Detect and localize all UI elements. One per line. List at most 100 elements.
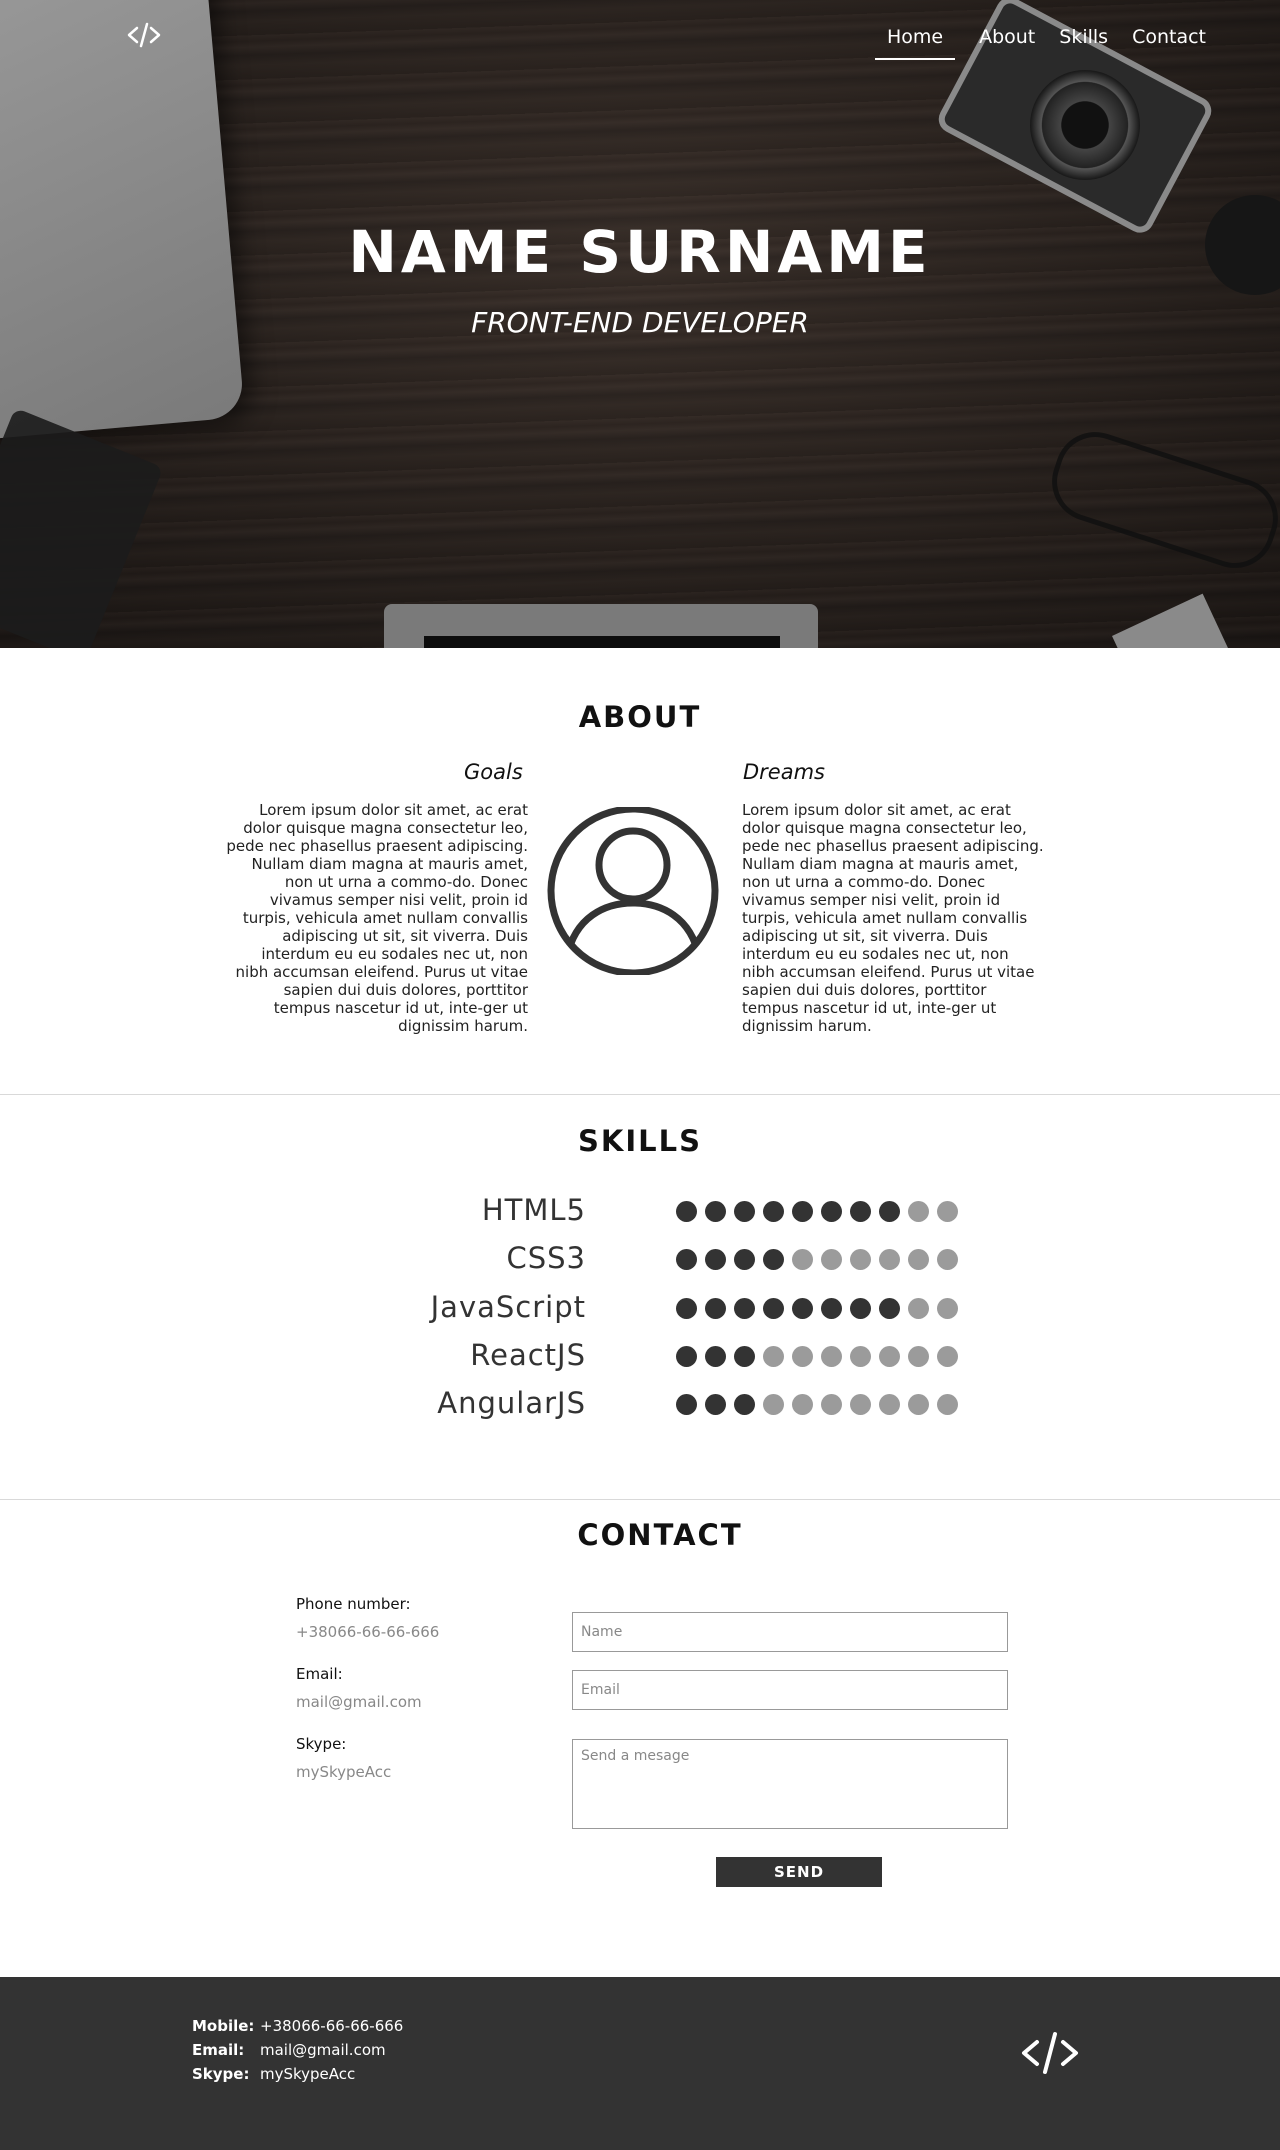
skill-level [676,1394,958,1415]
code-logo-icon [1022,2032,1078,2074]
skill-dot-empty [908,1346,929,1367]
skill-dot-filled [734,1249,755,1270]
skill-level [676,1201,958,1222]
footer-mobile: Mobile: +38066-66-66-666 [192,2017,403,2035]
goals-text: Lorem ipsum dolor sit amet, ac erat dolo… [226,801,528,1035]
skill-dot-filled [734,1298,755,1319]
skill-dot-filled [705,1201,726,1222]
footer-mobile-label: Mobile: [192,2017,255,2035]
section-divider [0,1499,1280,1500]
user-avatar-icon [547,807,719,975]
skill-dot-filled [850,1298,871,1319]
skill-dot-filled [705,1346,726,1367]
send-button[interactable]: SEND [716,1857,882,1887]
hero-title: NAME SURNAME [348,218,932,286]
skill-name: HTML5 [481,1193,586,1227]
goals-heading: Goals [464,760,523,784]
skill-dot-empty [821,1394,842,1415]
skill-dot-empty [850,1394,871,1415]
skills-title: SKILLS [578,1124,702,1158]
dreams-heading: Dreams [743,760,825,784]
skill-dot-filled [734,1201,755,1222]
phone-value: +38066-66-66-666 [296,1623,440,1641]
skill-dot-empty [821,1346,842,1367]
skill-dot-filled [792,1298,813,1319]
skill-dot-empty [908,1394,929,1415]
skill-dot-filled [676,1346,697,1367]
skill-dot-empty [850,1346,871,1367]
skill-row: HTML5 [0,1193,1280,1241]
nav-home[interactable]: Home [874,26,956,60]
skill-dot-empty [821,1249,842,1270]
skill-name: ReactJS [470,1338,586,1372]
skill-name: AngularJS [437,1386,586,1420]
skill-dot-empty [763,1346,784,1367]
skill-dot-filled [879,1298,900,1319]
skill-row: JavaScript [0,1290,1280,1338]
skill-dot-empty [879,1249,900,1270]
code-logo-icon[interactable] [126,20,162,50]
nav-skills[interactable]: Skills [1059,26,1108,60]
skill-dot-filled [821,1201,842,1222]
email-input[interactable] [572,1670,1008,1710]
skill-dot-filled [763,1298,784,1319]
skill-dot-empty [908,1298,929,1319]
skill-dot-empty [792,1394,813,1415]
nav-about[interactable]: About [979,26,1035,60]
skill-level [676,1249,958,1270]
footer-skype-label: Skype: [192,2065,250,2083]
skill-dot-filled [676,1298,697,1319]
footer [0,1977,1280,2150]
skill-dot-filled [705,1249,726,1270]
skill-dot-empty [879,1394,900,1415]
footer-email-label: Email: [192,2041,245,2059]
hero-subtitle: FRONT-END DEVELOPER [471,306,809,339]
skill-dot-empty [763,1394,784,1415]
skill-dot-filled [705,1298,726,1319]
skill-dot-filled [763,1201,784,1222]
skill-dot-empty [937,1394,958,1415]
skill-level [676,1346,958,1367]
dreams-text: Lorem ipsum dolor sit amet, ac erat dolo… [742,801,1044,1035]
skill-dot-empty [937,1298,958,1319]
skill-dot-filled [676,1394,697,1415]
nav-contact[interactable]: Contact [1132,26,1206,60]
skill-level [676,1298,958,1319]
skill-dot-empty [908,1201,929,1222]
footer-email-value: mail@gmail.com [260,2041,386,2059]
skill-row: AngularJS [0,1386,1280,1434]
skill-dot-filled [676,1249,697,1270]
skill-dot-empty [850,1249,871,1270]
skill-dot-filled [850,1201,871,1222]
skill-name: CSS3 [506,1241,586,1275]
footer-skype: Skype: mySkypeAcc [192,2065,355,2083]
skill-dot-filled [734,1394,755,1415]
message-input[interactable] [572,1739,1008,1829]
skill-dot-filled [792,1201,813,1222]
footer-skype-value: mySkypeAcc [260,2065,356,2083]
name-input[interactable] [572,1612,1008,1652]
skill-dot-filled [734,1346,755,1367]
phone-label: Phone number: [296,1595,411,1613]
skype-label: Skype: [296,1735,347,1753]
email-label: Email: [296,1665,343,1683]
skill-dot-empty [908,1249,929,1270]
main-nav: Home About Skills Contact [874,26,1206,60]
hero-section: Home About Skills Contact NAME SURNAME F… [0,0,1280,648]
footer-mobile-value: +38066-66-66-666 [260,2017,404,2035]
skill-dot-empty [937,1249,958,1270]
skill-dot-filled [821,1298,842,1319]
section-divider [0,1094,1280,1095]
skype-value: mySkypeAcc [296,1763,392,1781]
skill-dot-filled [705,1394,726,1415]
skill-dot-empty [792,1346,813,1367]
skill-dot-empty [792,1249,813,1270]
skill-dot-filled [879,1201,900,1222]
skill-row: CSS3 [0,1241,1280,1289]
email-value: mail@gmail.com [296,1693,422,1711]
skill-row: ReactJS [0,1338,1280,1386]
camera-lens-decoration [1030,70,1140,180]
skill-dot-filled [763,1249,784,1270]
skill-dot-empty [879,1346,900,1367]
contact-title: CONTACT [577,1518,743,1552]
